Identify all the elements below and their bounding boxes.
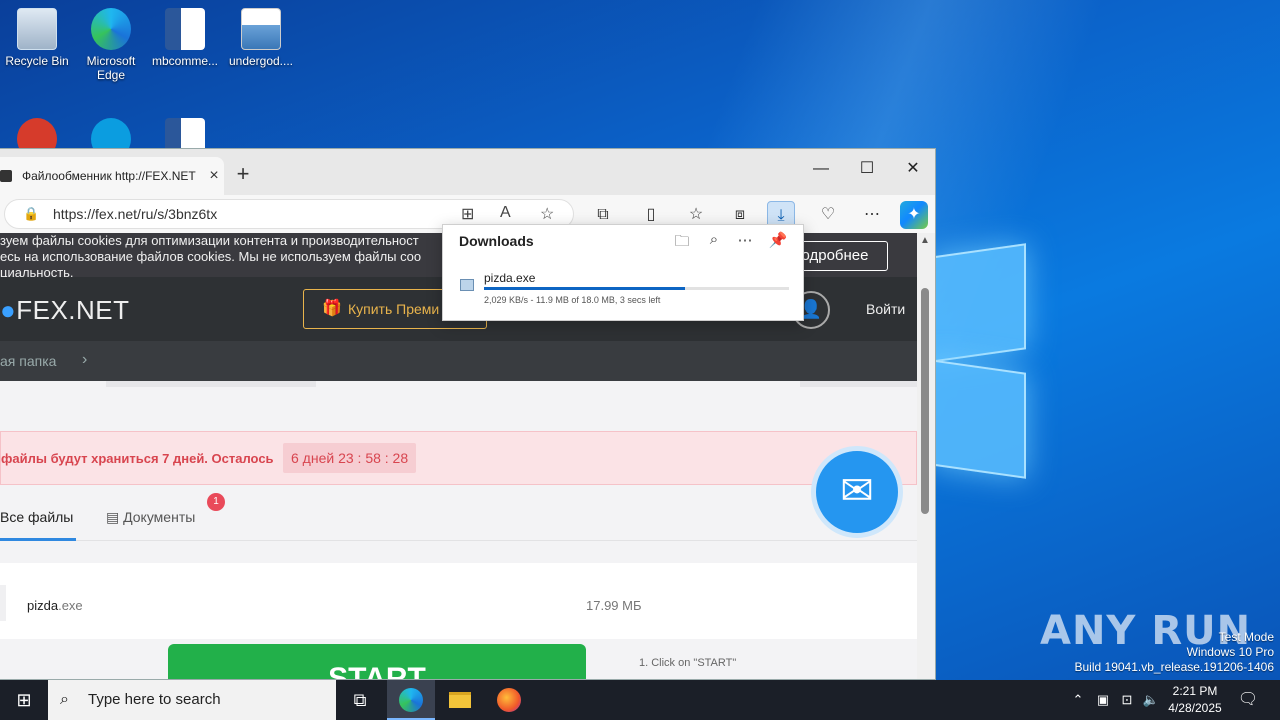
tab-documents[interactable]: ▤ Документы bbox=[106, 509, 195, 526]
system-clock[interactable]: 2:21 PM 4/28/2025 bbox=[1162, 683, 1228, 717]
image-file-icon bbox=[241, 8, 281, 50]
tab-shadow bbox=[800, 381, 917, 387]
login-link[interactable]: Войти bbox=[866, 301, 905, 317]
search-placeholder: Type here to search bbox=[88, 691, 221, 708]
browser-essentials-icon[interactable]: ♡ bbox=[814, 201, 842, 229]
tab-all-files[interactable]: Все файлы bbox=[0, 509, 73, 525]
windows-logo-wallpaper bbox=[930, 240, 1030, 480]
volume-icon[interactable]: 🔈 bbox=[1140, 680, 1162, 720]
download-file-name[interactable]: pizda.exe bbox=[484, 271, 535, 285]
tab-shadow bbox=[106, 381, 316, 387]
expiry-timer: 6 дней 23 : 58 : 28 bbox=[283, 443, 417, 473]
more-options-icon[interactable]: ⋯ bbox=[858, 201, 886, 229]
test-mode-label: Test Mode Windows 10 Pro Build 19041.vb_… bbox=[1075, 630, 1275, 675]
url-text: https://fex.net/ru/s/3bnz6tx bbox=[53, 206, 218, 222]
build-line: Build 19041.vb_release.191206-1406 bbox=[1074, 660, 1275, 674]
contact-mail-button[interactable]: ✉ bbox=[811, 446, 903, 538]
premium-label: Купить Преми bbox=[348, 301, 440, 317]
clock-time: 2:21 PM bbox=[1172, 684, 1218, 698]
download-progress-bar bbox=[484, 287, 789, 290]
copilot-icon[interactable]: ✦ bbox=[900, 201, 928, 229]
favorite-star-icon[interactable]: ☆ bbox=[540, 204, 554, 224]
app-available-icon[interactable]: ⊞ bbox=[461, 204, 474, 224]
file-size: 17.99 МБ bbox=[586, 598, 642, 613]
search-icon: ⌕ bbox=[60, 691, 69, 708]
scrollbar-thumb[interactable] bbox=[921, 288, 929, 514]
windows-icon: ⊞ bbox=[16, 690, 32, 710]
expiry-message: файлы будут храниться 7 дней. Осталось bbox=[1, 451, 274, 466]
clock-date: 4/28/2025 bbox=[1168, 701, 1222, 715]
desktop-icon-label: Microsoft Edge bbox=[86, 54, 136, 82]
page-scrollbar[interactable]: ▲ bbox=[917, 233, 935, 679]
start-button[interactable]: ⊞ bbox=[0, 680, 48, 720]
desktop-icon-edge[interactable]: Microsoft Edge bbox=[74, 0, 148, 82]
test-mode-line: Test Mode bbox=[1218, 630, 1274, 644]
start-download-button[interactable]: START bbox=[168, 644, 586, 679]
desktop-icon-recycle-bin[interactable]: Recycle Bin bbox=[0, 0, 74, 68]
scroll-up-icon[interactable]: ▲ bbox=[920, 235, 930, 246]
fex-logo[interactable]: ●FEX.NET bbox=[0, 295, 130, 326]
file-checkbox[interactable] bbox=[0, 585, 6, 621]
file-type-tabs: Все файлы ▤ Документы 1 bbox=[0, 485, 917, 541]
desktop-icon-image-file[interactable]: undergod.... bbox=[224, 0, 298, 68]
taskbar: ⊞ ⌕ Type here to search ⧉ ⌃ ▣ ⊡ 🔈 2:21 P… bbox=[0, 680, 1280, 720]
desktop-icon-label: Recycle Bin bbox=[5, 54, 69, 68]
task-view-icon[interactable]: ⧉ bbox=[336, 680, 384, 720]
file-explorer-icon[interactable] bbox=[436, 680, 484, 720]
exe-file-icon bbox=[460, 279, 474, 291]
open-folder-icon[interactable]: 🗀 bbox=[671, 231, 693, 256]
file-row[interactable]: pizda.exe 17.99 МБ bbox=[0, 563, 917, 639]
edge-icon bbox=[91, 8, 131, 50]
word-document-icon bbox=[165, 8, 205, 50]
downloads-flyout: Downloads 🗀 ⌕ ⋯ 📌 pizda.exe 2,029 KB/s -… bbox=[442, 224, 804, 321]
taskbar-search[interactable]: ⌕ Type here to search bbox=[48, 680, 336, 720]
desktop-icon-label: undergod.... bbox=[228, 54, 294, 68]
new-tab-button[interactable]: + bbox=[232, 161, 254, 187]
instruction-text: 1. Click on "START" bbox=[639, 657, 737, 669]
maximize-button[interactable]: ☐ bbox=[844, 155, 890, 183]
minimize-button[interactable]: — bbox=[798, 155, 844, 183]
more-options-icon[interactable]: ⋯ bbox=[734, 231, 756, 249]
network-icon[interactable]: ⊡ bbox=[1116, 680, 1138, 720]
download-status: 2,029 KB/s - 11.9 MB of 18.0 MB, 3 secs … bbox=[484, 295, 661, 305]
pin-icon[interactable]: 📌 bbox=[767, 231, 789, 249]
downloads-title: Downloads bbox=[459, 233, 534, 249]
recycle-bin-icon bbox=[17, 8, 57, 50]
security-tray-icon[interactable]: ▣ bbox=[1092, 680, 1114, 720]
title-bar: Файлообменник http://FEX.NET × + — ☐ ✕ bbox=[0, 149, 935, 195]
desktop-icon-label: mbcomme... bbox=[151, 54, 218, 68]
search-downloads-icon[interactable]: ⌕ bbox=[703, 231, 725, 248]
close-tab-icon[interactable]: × bbox=[204, 167, 224, 185]
firefox-icon[interactable] bbox=[485, 680, 533, 720]
document-icon: ▤ bbox=[106, 509, 124, 525]
windows-edition-line: Windows 10 Pro bbox=[1186, 645, 1274, 659]
chevron-right-icon: › bbox=[82, 351, 88, 368]
read-aloud-icon[interactable]: A bbox=[500, 204, 511, 222]
breadcrumb: ая папка › bbox=[0, 341, 917, 381]
breadcrumb-folder[interactable]: ая папка bbox=[0, 353, 56, 369]
tab-documents-label: Документы bbox=[123, 509, 196, 525]
show-hidden-icons[interactable]: ⌃ bbox=[1068, 680, 1088, 720]
close-window-button[interactable]: ✕ bbox=[890, 155, 935, 183]
download-progress-fill bbox=[484, 287, 686, 290]
taskbar-edge-icon[interactable] bbox=[387, 680, 435, 720]
tab-fex[interactable]: Файлообменник http://FEX.NET × bbox=[0, 157, 224, 195]
gift-icon: 🎁 bbox=[322, 300, 342, 317]
desktop-icon-word-doc[interactable]: mbcomme... bbox=[148, 0, 222, 68]
tab-title: Файлообменник http://FEX.NET bbox=[22, 169, 196, 183]
separator-band bbox=[0, 381, 917, 415]
active-tab-indicator bbox=[0, 538, 76, 541]
expiry-notice: файлы будут храниться 7 дней. Осталось 6… bbox=[0, 431, 917, 485]
fex-favicon-icon bbox=[0, 170, 12, 182]
lock-icon: 🔒 bbox=[23, 206, 40, 221]
file-name: pizda.exe bbox=[27, 598, 83, 613]
notifications-icon[interactable]: 🗨 bbox=[1232, 680, 1264, 720]
documents-count-badge: 1 bbox=[207, 493, 225, 511]
